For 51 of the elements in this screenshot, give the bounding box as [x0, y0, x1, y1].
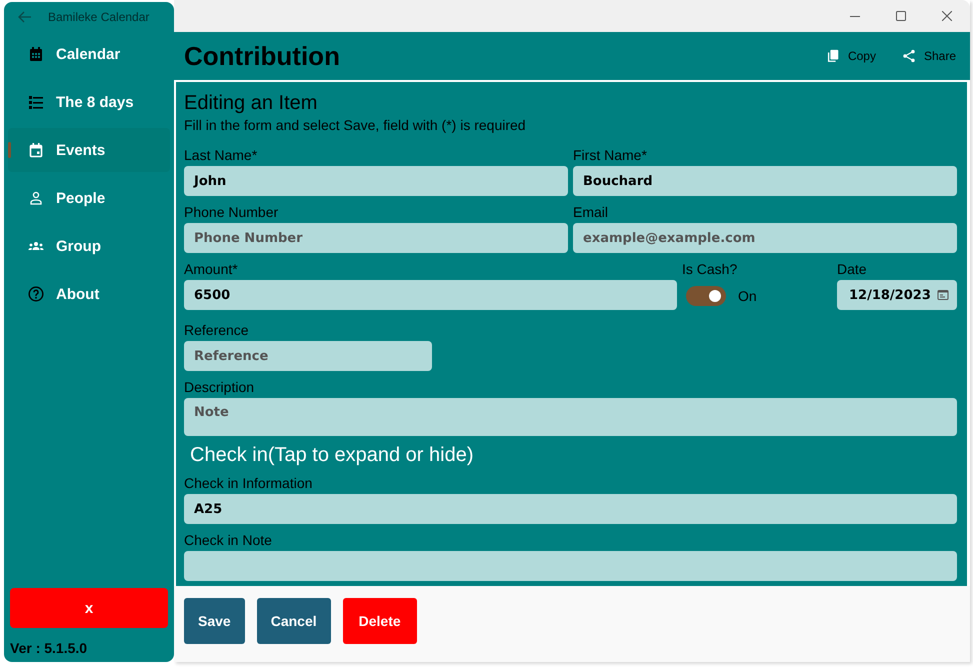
field-label: Reference	[184, 322, 250, 338]
text-field[interactable]: Bouchard	[573, 166, 957, 196]
field-label: Date	[837, 261, 868, 277]
text-area[interactable]: Note	[184, 398, 957, 436]
field-label: Check in Information	[184, 475, 314, 491]
form-heading: Editing an Item	[184, 92, 318, 115]
text-field[interactable]: 6500	[184, 280, 677, 310]
text-field[interactable]: Reference	[184, 341, 432, 371]
action-button[interactable]: Cancel	[256, 598, 331, 644]
text-field[interactable]: example@example.com	[573, 223, 957, 253]
event-calendar-icon	[28, 142, 44, 158]
share-icon	[902, 49, 916, 63]
calendar-icon	[937, 289, 949, 301]
calendar-icon	[28, 46, 44, 62]
nav-item[interactable]: Group	[8, 224, 170, 268]
section-header[interactable]: Check in(Tap to expand or hide)	[190, 444, 957, 467]
text-field[interactable]: Phone Number	[184, 223, 568, 253]
toggle-switch[interactable]	[686, 286, 726, 306]
action-button[interactable]: Save	[184, 598, 245, 644]
field-label: Is Cash?	[682, 261, 738, 277]
close-button[interactable]: x	[10, 588, 168, 628]
nav-item[interactable]: People	[8, 176, 170, 220]
person-icon	[28, 190, 44, 206]
list-icon	[28, 94, 44, 110]
copy-icon	[826, 49, 840, 63]
field-label: Check in Note	[184, 532, 273, 548]
help-icon	[28, 286, 44, 302]
field-label: First Name*	[573, 147, 648, 163]
date-picker[interactable]: 12/18/2023	[837, 280, 957, 310]
action-button[interactable]: Delete	[342, 598, 417, 644]
page-title: Contribution	[184, 40, 341, 72]
text-field[interactable]	[184, 551, 957, 581]
toolbar-button[interactable]: Copy	[826, 49, 876, 63]
field-label: Description	[184, 379, 256, 395]
field-label: Phone Number	[184, 204, 280, 220]
window-title: Bamileke Calendar	[48, 10, 150, 24]
field-label: Email	[573, 204, 610, 220]
field-label: Amount*	[184, 261, 239, 277]
close-icon[interactable]	[942, 11, 952, 21]
nav-item[interactable]: About	[8, 272, 170, 316]
text-field[interactable]: A25	[184, 494, 957, 524]
toolbar-button[interactable]: Share	[902, 49, 956, 63]
nav-item[interactable]: The 8 days	[8, 80, 170, 124]
maximize-icon[interactable]	[896, 11, 906, 21]
nav-item[interactable]: Calendar	[8, 32, 170, 76]
field-label: Last Name*	[184, 147, 258, 163]
nav-item[interactable]: Events	[8, 128, 170, 172]
toggle-state-text: On	[738, 288, 757, 304]
text-field[interactable]: John	[184, 166, 568, 196]
form-instructions: Fill in the form and select Save, field with (*) is required	[184, 117, 527, 133]
version-text: Ver : 5.1.5.0	[9, 639, 88, 658]
